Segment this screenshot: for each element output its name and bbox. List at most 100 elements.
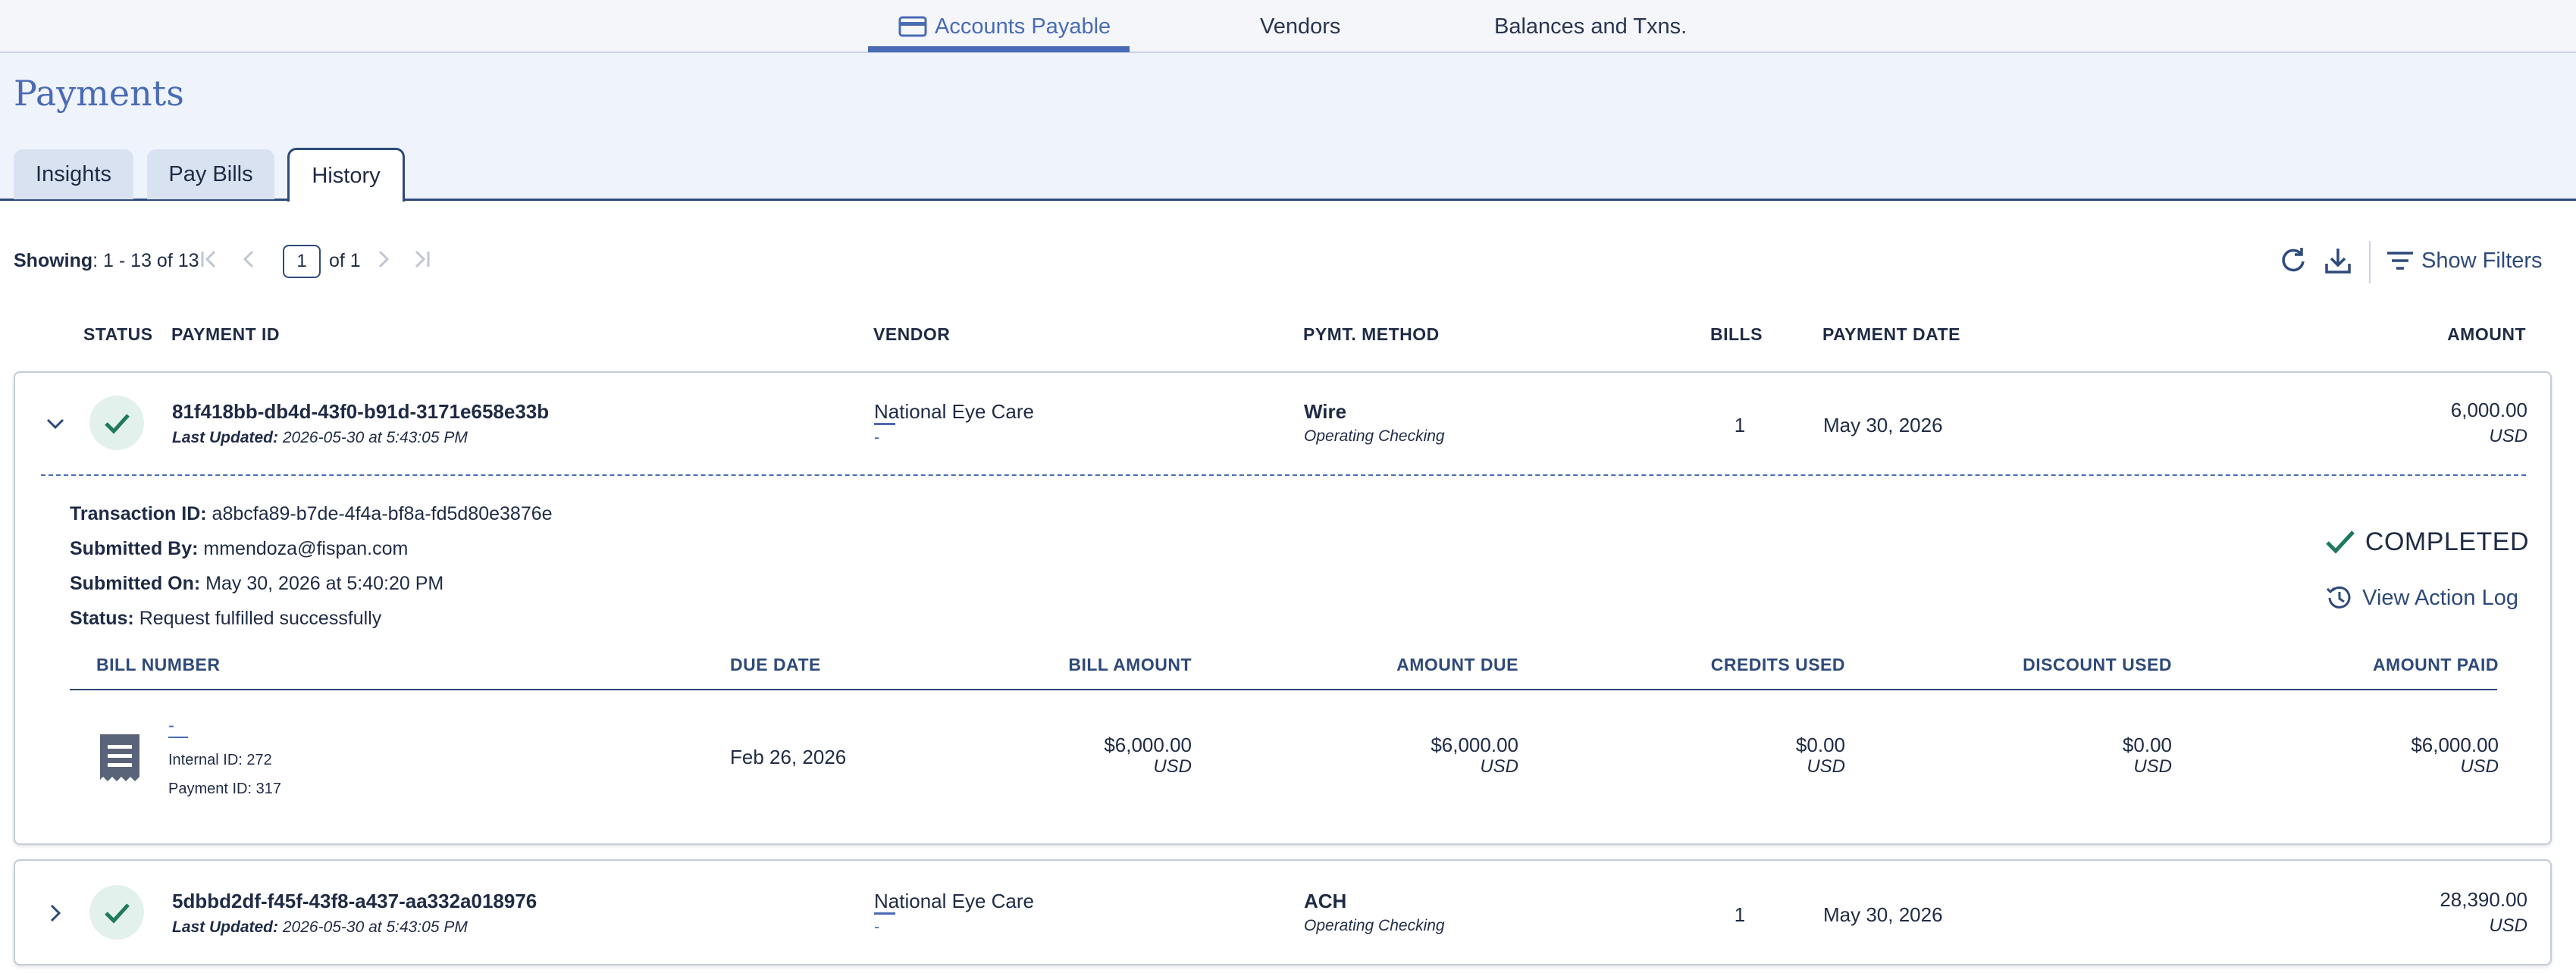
view-action-log-link[interactable]: View Action Log — [2323, 582, 2518, 614]
amount-due-currency: USD — [1480, 756, 1518, 777]
detail-label: Status: — [70, 608, 134, 629]
nav-label: Accounts Payable — [935, 14, 1111, 39]
bill-count: 1 — [1734, 414, 1746, 436]
refresh-icon[interactable] — [2276, 243, 2311, 278]
tab-pay-bills[interactable]: Pay Bills — [147, 149, 274, 199]
page-number-input[interactable]: 1 — [283, 245, 321, 278]
check-icon — [105, 903, 130, 924]
col-amount-paid: AMOUNT PAID — [2372, 655, 2499, 674]
internal-id: Internal ID: 272 — [168, 752, 272, 768]
showing-value: : 1 - 13 of 13 — [92, 250, 199, 271]
history-icon — [2327, 586, 2351, 609]
showing-count: Showing: 1 - 13 of 13 — [14, 250, 199, 272]
vendor-name[interactable]: National Eye Care — [874, 890, 1034, 913]
col-discount-used: DISCOUNT USED — [2023, 655, 2172, 674]
transaction-id: Transaction ID: a8bcfa89-b7de-4f4a-bf8a-… — [70, 503, 553, 525]
filter-icon[interactable] — [2383, 243, 2418, 278]
payment-account: Operating Checking — [1304, 917, 1445, 934]
credits-used: $0.00 — [1795, 734, 1845, 756]
status-success — [89, 885, 144, 940]
credits-used-currency: USD — [1807, 756, 1845, 777]
first-page-icon[interactable] — [196, 246, 223, 273]
col-due-date: DUE DATE — [730, 655, 821, 674]
nav-accounts-payable[interactable]: Accounts Payable — [898, 0, 1111, 53]
row-divider — [41, 474, 2526, 476]
download-icon[interactable] — [2321, 243, 2355, 278]
chevron-right-icon[interactable] — [42, 900, 68, 926]
check-icon — [2326, 530, 2355, 554]
bill-number-link[interactable]: - — [168, 715, 188, 738]
detail-label: Submitted On: — [70, 573, 201, 594]
top-nav: Accounts Payable Vendors Balances and Tx… — [0, 0, 2576, 53]
bill-amount: $6,000.00 — [1104, 734, 1192, 756]
col-bills: BILLS — [1710, 324, 1763, 344]
discount-used: $0.00 — [2122, 734, 2172, 756]
detail-label: Transaction ID: — [70, 503, 207, 524]
payment-method: Wire — [1304, 400, 1347, 423]
col-payment-date: PAYMENT DATE — [1822, 324, 1960, 344]
bill-doc-icon — [99, 733, 141, 787]
nav-label: Balances and Txns. — [1494, 14, 1688, 39]
last-page-icon[interactable] — [408, 246, 435, 273]
next-page-icon[interactable] — [370, 246, 397, 273]
payment-row[interactable]: 5dbbd2df-f45f-43f8-a437-aa332a018976 Las… — [14, 859, 2552, 965]
amount-paid: $6,000.00 — [2411, 734, 2499, 756]
toolbar-divider — [2369, 241, 2371, 283]
card-icon — [898, 16, 927, 37]
col-method: PYMT. METHOD — [1303, 324, 1440, 344]
show-filters-button[interactable]: Show Filters — [2421, 249, 2543, 274]
vendor-underline — [874, 912, 895, 915]
nav-label: Vendors — [1260, 14, 1341, 39]
col-amount: AMOUNT — [2447, 324, 2526, 344]
bill-table-divider — [70, 689, 2497, 690]
detail-value: mmendoza@fispan.com — [203, 538, 409, 559]
view-action-log-label: View Action Log — [2362, 585, 2518, 610]
payment-id[interactable]: 5dbbd2df-f45f-43f8-a437-aa332a018976 — [172, 890, 537, 913]
chevron-down-icon[interactable] — [42, 411, 68, 436]
status-badge-label: COMPLETED — [2364, 527, 2529, 556]
col-status: STATUS — [83, 324, 153, 344]
showing-label: Showing — [14, 250, 93, 271]
payment-account: Operating Checking — [1304, 427, 1445, 445]
discount-used-currency: USD — [2133, 756, 2172, 777]
status-success — [89, 396, 144, 450]
bill-due-date: Feb 26, 2026 — [730, 746, 847, 768]
submitted-on: Submitted On: May 30, 2026 at 5:40:20 PM — [70, 573, 443, 595]
payment-amount: 28,390.00 — [2440, 888, 2527, 911]
payment-currency: USD — [2489, 426, 2527, 446]
vendor-sub: - — [874, 917, 880, 936]
payment-amount: 6,000.00 — [2450, 399, 2527, 421]
col-amount-due: AMOUNT DUE — [1396, 655, 1518, 674]
payment-date: May 30, 2026 — [1823, 414, 1943, 436]
tab-insights[interactable]: Insights — [14, 149, 133, 199]
page-title: Payments — [14, 73, 184, 114]
last-updated-label: Last Updated: — [172, 918, 279, 936]
tab-label: Pay Bills — [168, 161, 253, 186]
nav-balances[interactable]: Balances and Txns. — [1494, 0, 1687, 53]
nav-active-indicator — [868, 46, 1130, 52]
amount-paid-currency: USD — [2460, 756, 2499, 777]
status-text: Status: Request fulfilled successfully — [70, 608, 381, 630]
tab-label: Insights — [36, 161, 111, 186]
last-updated-value: 2026-05-30 at 5:43:05 PM — [282, 918, 468, 936]
bill-amount-currency: USD — [1153, 756, 1192, 777]
tab-history[interactable]: History — [287, 148, 405, 202]
tab-label: History — [312, 163, 381, 188]
payment-id[interactable]: 81f418bb-db4d-43f0-b91d-3171e658e33b — [172, 400, 549, 424]
check-icon — [105, 414, 130, 434]
col-bill-number: BILL NUMBER — [96, 655, 221, 674]
detail-label: Submitted By: — [70, 538, 199, 559]
payment-row[interactable]: 81f418bb-db4d-43f0-b91d-3171e658e33b Las… — [14, 371, 2552, 845]
page-of: of 1 — [329, 250, 361, 271]
vendor-sub: - — [874, 427, 880, 446]
last-updated: Last Updated: 2026-05-30 at 5:43:05 PM — [172, 429, 468, 447]
last-updated: Last Updated: 2026-05-30 at 5:43:05 PM — [172, 918, 468, 937]
col-payment-id: PAYMENT ID — [171, 324, 280, 344]
prev-page-icon[interactable] — [235, 246, 262, 273]
detail-value: Request fulfilled successfully — [139, 608, 382, 629]
nav-vendors[interactable]: Vendors — [1260, 0, 1340, 53]
page-number: 1 — [296, 251, 307, 271]
col-bill-amount: BILL AMOUNT — [1068, 655, 1192, 674]
vendor-name[interactable]: National Eye Care — [874, 400, 1034, 424]
bill-payment-id: Payment ID: 317 — [168, 781, 281, 797]
